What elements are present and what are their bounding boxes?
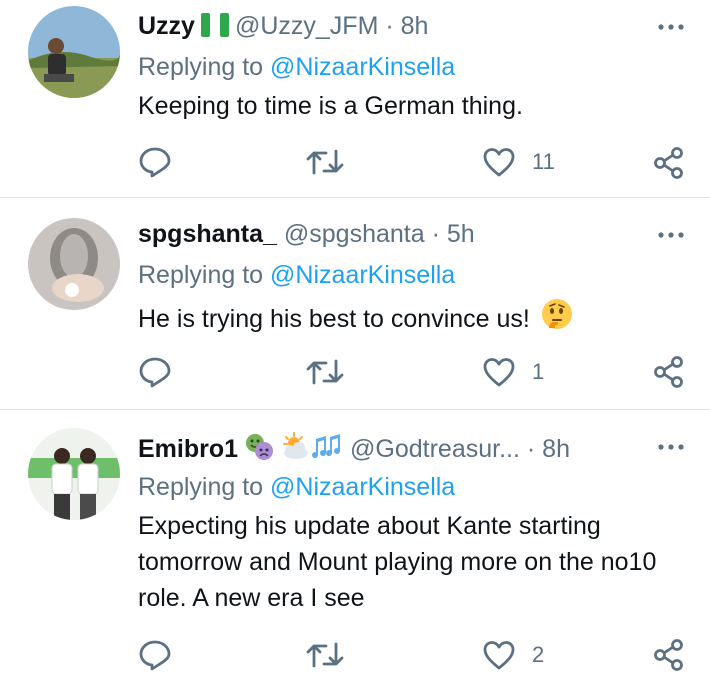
musical-notes-emoji: [312, 434, 341, 459]
performing-arts-emoji: [246, 434, 274, 460]
retweet-icon: [306, 642, 344, 668]
mention-link[interactable]: @NizaarKinsella: [270, 473, 455, 501]
share-button[interactable]: [652, 146, 686, 180]
name-emojis: [244, 431, 344, 470]
reply-icon: [139, 357, 171, 388]
replying-to: Replying to @NizaarKinsella: [138, 260, 455, 290]
user-handle[interactable]: @Uzzy_JFM: [235, 12, 378, 40]
like-button[interactable]: 1: [482, 356, 544, 388]
thinking-face-emoji: [540, 297, 574, 341]
replying-prefix: Replying to: [138, 473, 264, 501]
like-button[interactable]: 2: [482, 639, 544, 671]
mention-link[interactable]: @NizaarKinsella: [270, 261, 455, 289]
share-button[interactable]: [652, 638, 686, 672]
tweet-emibro1[interactable]: Emibro1 @Godtreasur... · 8h Replying to …: [0, 410, 710, 679]
tweet-text: Keeping to time is a German thing.: [138, 92, 523, 120]
separator-dot: ·: [385, 12, 394, 40]
reply-button[interactable]: [138, 639, 172, 671]
replying-prefix: Replying to: [138, 261, 264, 289]
replying-to: Replying to @NizaarKinsella: [138, 52, 455, 82]
avatar[interactable]: [28, 6, 120, 98]
share-button[interactable]: [652, 355, 686, 389]
mention-link[interactable]: @NizaarKinsella: [270, 53, 455, 81]
timestamp[interactable]: 8h: [401, 12, 429, 40]
replying-prefix: Replying to: [138, 53, 264, 81]
share-icon: [654, 639, 683, 671]
retweet-icon: [306, 149, 344, 175]
retweet-button[interactable]: [306, 357, 344, 387]
display-name[interactable]: Uzzy: [138, 12, 195, 40]
tweet-text: Expecting his update about Kante startin…: [138, 512, 657, 612]
separator-dot: ·: [431, 220, 440, 248]
tweet-text-row: He is trying his best to convince us!: [138, 297, 678, 341]
reply-button[interactable]: [138, 356, 172, 388]
nigeria-flag-icon: [200, 13, 229, 44]
retweet-button[interactable]: [306, 640, 344, 670]
share-icon: [654, 147, 683, 179]
replying-to: Replying to @NizaarKinsella: [138, 472, 455, 502]
timestamp[interactable]: 8h: [542, 435, 570, 463]
like-count: 2: [532, 642, 545, 667]
retweet-button[interactable]: [306, 147, 344, 177]
reply-button[interactable]: [138, 146, 172, 178]
like-count: 1: [532, 359, 545, 384]
tweet-spgshanta[interactable]: spgshanta_ @spgshanta · 5h Replying to @…: [0, 198, 710, 408]
sun-behind-cloud-emoji: [283, 432, 309, 459]
retweet-icon: [306, 359, 344, 385]
display-name[interactable]: Emibro1: [138, 435, 238, 463]
reply-icon: [139, 147, 171, 178]
more-options-icon[interactable]: [656, 12, 686, 42]
more-options-icon[interactable]: [656, 432, 686, 462]
tweet-text: He is trying his best to convince us!: [138, 305, 530, 333]
display-name[interactable]: spgshanta_: [138, 220, 277, 248]
user-handle[interactable]: @spgshanta: [284, 220, 425, 248]
timestamp[interactable]: 5h: [447, 220, 475, 248]
heart-icon: [483, 358, 515, 387]
avatar[interactable]: [28, 428, 120, 520]
tweet-uzzy[interactable]: Uzzy @Uzzy_JFM · 8h Replying to @NizaarKi…: [0, 0, 710, 197]
more-options-icon[interactable]: [656, 220, 686, 250]
like-count: 11: [532, 149, 555, 174]
heart-icon: [483, 148, 515, 177]
share-icon: [654, 356, 683, 388]
user-handle[interactable]: @Godtreasur...: [350, 435, 520, 463]
separator-dot: ·: [526, 435, 536, 463]
avatar[interactable]: [28, 218, 120, 310]
like-button[interactable]: 11: [482, 146, 555, 178]
heart-icon: [483, 641, 515, 670]
reply-icon: [139, 640, 171, 671]
